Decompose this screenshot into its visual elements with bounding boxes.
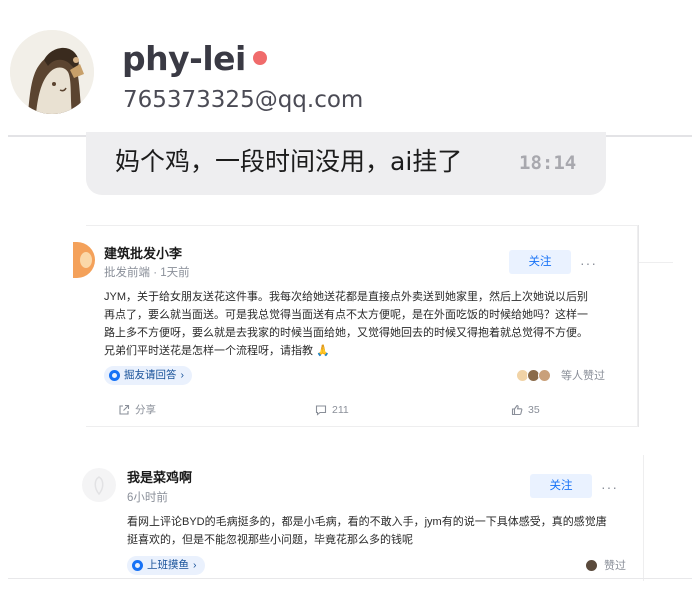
post-body-line: 看网上评论BYD的毛病挺多的，都是小毛病，看的不敢入手，jym有的说一下具体感受…	[127, 516, 607, 528]
follow-button[interactable]: 关注	[530, 474, 592, 498]
comment-count: 211	[332, 404, 349, 416]
post-author-name[interactable]: 建筑批发小李	[104, 246, 182, 262]
like-count: 35	[528, 404, 540, 416]
footer-divider	[8, 578, 692, 579]
comment-action[interactable]: 211	[315, 403, 349, 417]
post-author-name[interactable]: 我是菜鸡啊	[127, 470, 192, 486]
topic-tag-label: 掘友请回答	[124, 369, 177, 381]
share-label: 分享	[135, 404, 156, 416]
topic-tag[interactable]: 上班摸鱼 ›	[127, 556, 205, 575]
post-body-line: 兄弟们平时送花是怎样一个流程呀，请指教 🙏	[104, 345, 330, 357]
post-body-line: JYM，关于给女朋友送花这件事。我每次给她送花都是直接点外卖送到她家里，然后上次…	[104, 291, 588, 303]
liker-avatar[interactable]	[538, 369, 551, 382]
share-action[interactable]: 分享	[118, 403, 156, 417]
liked-by-text: 赞过	[604, 560, 626, 572]
liked-by-text: 等人赞过	[561, 370, 605, 382]
post-body-line: 路上多不方便呀，要么就是去我家的时候当面给她，又觉得她回去的时候又得抱着就总觉得…	[104, 327, 588, 339]
liker-avatar[interactable]	[585, 559, 598, 572]
comment-icon	[315, 405, 327, 416]
circle-icon	[109, 370, 120, 381]
card-edge	[638, 225, 639, 427]
circle-icon	[132, 560, 143, 571]
follow-button[interactable]: 关注	[509, 250, 571, 274]
more-options-button[interactable]: ···	[601, 480, 618, 494]
share-icon	[119, 404, 130, 415]
message-text: 妈个鸡，一段时间没用，ai挂了	[115, 147, 463, 176]
post-body-line: 挺喜欢的，但是不能忽视那些小问题，毕竟花那么多的钱呢	[127, 534, 413, 546]
message-time: 18:14	[519, 152, 577, 174]
online-status-dot	[253, 51, 267, 65]
post-meta: 6小时前	[127, 492, 168, 504]
thumbs-up-icon	[511, 404, 523, 416]
topic-tag[interactable]: 掘友请回答 ›	[104, 366, 192, 385]
chevron-right-icon: ›	[180, 369, 185, 381]
profile-avatar[interactable]	[10, 30, 94, 114]
card-edge	[639, 262, 673, 263]
user-email: 765373325@qq.com	[123, 87, 364, 113]
like-action[interactable]: 35	[511, 403, 540, 417]
post-body-line: 再点了，要么就当面送。可是我总觉得当面送有点不太方便呢，是在外面吃饭的时候给她吗…	[104, 309, 588, 321]
username: phy-lei	[122, 39, 246, 78]
topic-tag-label: 上班摸鱼	[147, 559, 189, 571]
post-meta: 批发前端 · 1天前	[104, 267, 190, 279]
author-avatar[interactable]	[82, 468, 116, 502]
more-options-button[interactable]: ···	[580, 256, 597, 270]
chevron-right-icon: ›	[193, 559, 197, 571]
